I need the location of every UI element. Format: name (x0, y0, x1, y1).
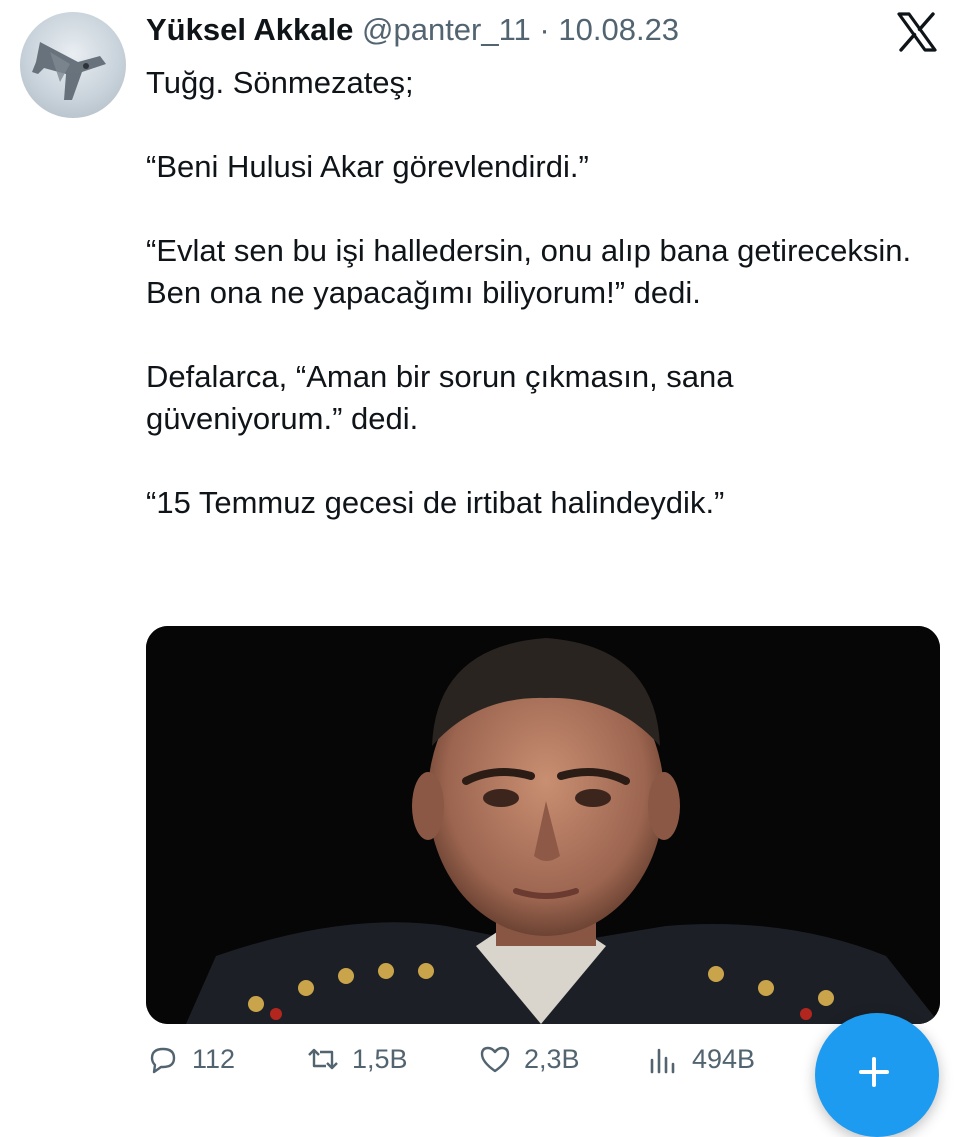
views-count: 494B (692, 1043, 756, 1074)
author-handle[interactable]: @panter_11 (362, 12, 531, 47)
reply-button[interactable]: 112 (146, 1042, 235, 1076)
tweet-actions: 112 1,5B 2,3B 494B (146, 1038, 806, 1078)
avatar[interactable] (20, 12, 126, 118)
retweet-button[interactable]: 1,5B (306, 1042, 408, 1076)
retweet-count: 1,5B (352, 1043, 408, 1074)
tweet-text: Tuğg. Sönmezateş; “Beni Hulusi Akar göre… (146, 62, 936, 524)
author-name[interactable]: Yüksel Akkale (146, 12, 353, 47)
retweet-icon (308, 1048, 338, 1070)
tweet-date[interactable]: 10.08.23 (558, 12, 679, 47)
like-button[interactable]: 2,3B (478, 1042, 580, 1076)
tweet-paragraph: “15 Temmuz gecesi de irtibat halindeydik… (146, 485, 725, 520)
like-count: 2,3B (524, 1043, 580, 1074)
tweet-header: Yüksel Akkale @panter_11 · 10.08.23 (146, 10, 679, 50)
tweet-paragraph: “Beni Hulusi Akar görevlendirdi.” (146, 149, 589, 184)
fighter-jet-avatar-image (32, 42, 106, 100)
views-icon (650, 1048, 675, 1074)
plus-icon (859, 1057, 889, 1087)
header-separator: · (539, 12, 550, 47)
x-logo-icon (897, 12, 937, 52)
tweet-photo[interactable] (146, 626, 940, 1024)
reply-count: 112 (192, 1043, 236, 1074)
views-button[interactable]: 494B (646, 1042, 755, 1076)
officer-portrait-image (146, 626, 940, 1024)
tweet-paragraph: Tuğg. Sönmezateş; (146, 65, 414, 100)
compose-button[interactable] (815, 1013, 939, 1137)
tweet-paragraph: Defalarca, “Aman bir sorun çıkmasın, san… (146, 359, 734, 436)
tweet-paragraph: “Evlat sen bu işi halledersin, onu alıp … (146, 233, 912, 310)
reply-icon (150, 1047, 176, 1074)
heart-icon (480, 1046, 510, 1073)
